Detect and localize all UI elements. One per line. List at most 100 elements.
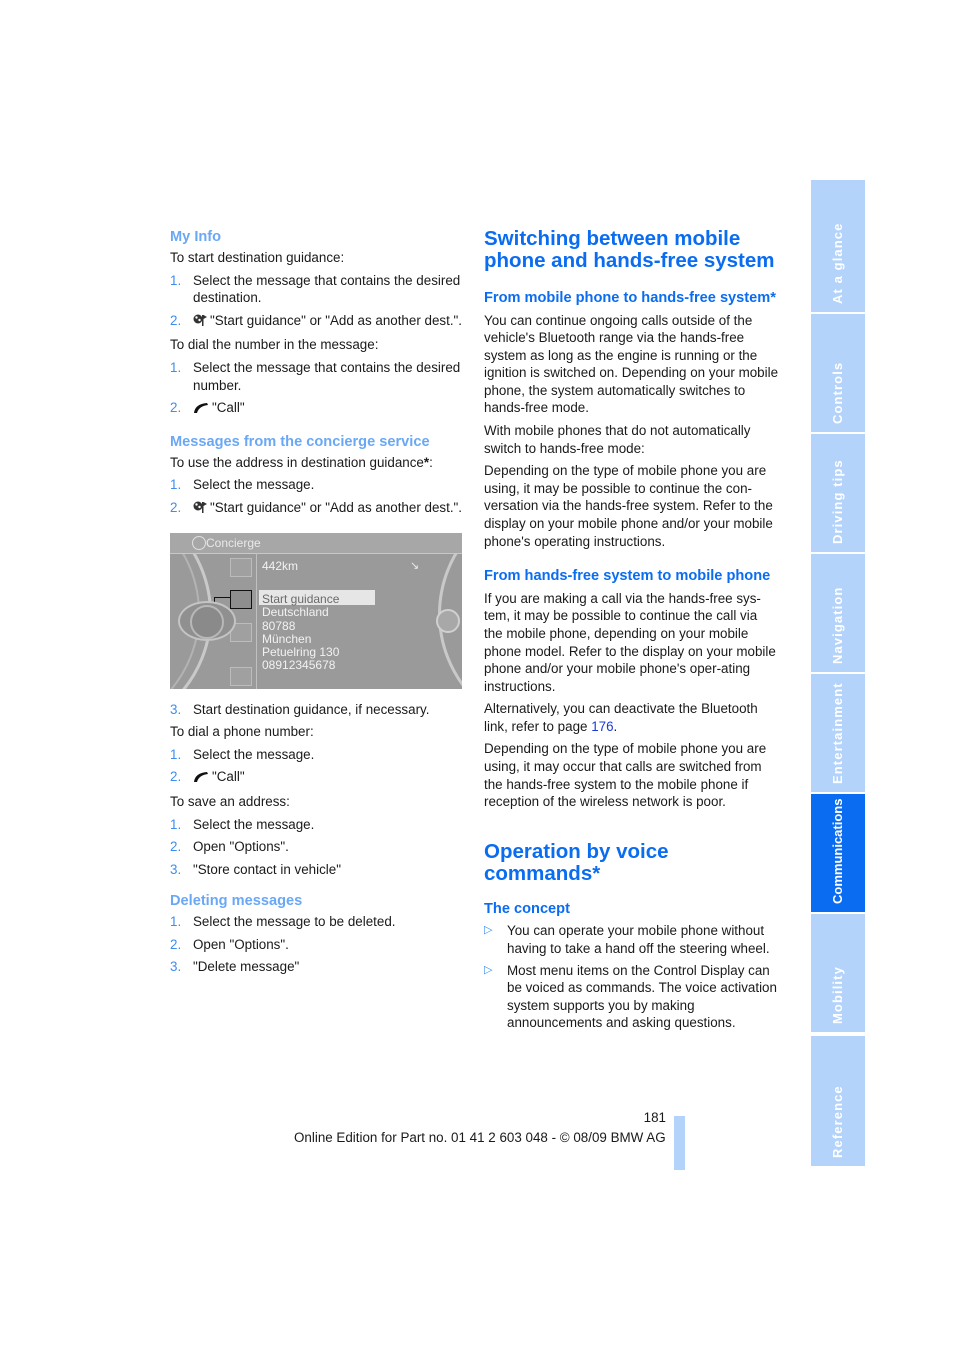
- step-number: 2.: [170, 839, 182, 855]
- navigation-flag-icon: [193, 501, 207, 519]
- scroll-knob: [436, 608, 460, 633]
- tab-mobility[interactable]: Mobility: [811, 914, 865, 1032]
- paragraph: Depending on the type of mobile phone yo…: [484, 463, 773, 549]
- list-item: 1. Select the message that contains the d…: [170, 272, 465, 307]
- list-item: ▷ Most menu items on the Control Display …: [484, 962, 779, 1032]
- list-item: 3. Start destination guidance, if necessa…: [170, 701, 465, 719]
- selected-menu-item: Start guidance: [259, 589, 375, 606]
- step-text: "Start guidance" or "Add as another dest…: [210, 499, 463, 515]
- step-number: 3.: [170, 701, 182, 717]
- list-item: 1. Select the message.: [170, 816, 465, 834]
- steps-my-info-guidance: 1. Select the message that contains the d…: [170, 272, 465, 332]
- step-number: 3.: [170, 959, 182, 975]
- step-text: Start destination guidance, if necessary…: [193, 701, 430, 717]
- list-item: 2. "Start guidance" or "Add as another de…: [170, 312, 465, 332]
- steps-concierge: 1. Select the message. 2. "Start guidance"…: [170, 476, 465, 518]
- paragraph-text: .: [613, 718, 618, 734]
- subheading-mobile-to-handsfree: From mobile phone to hands-free system*: [484, 290, 776, 306]
- tab-label: Reference: [830, 1085, 845, 1158]
- edition-text: Online Edition for Part no. 01 41 2 603 …: [294, 1130, 666, 1145]
- list-item: 1. Select the message to be deleted.: [170, 913, 465, 931]
- heading-my-info: My Info: [170, 229, 222, 245]
- intro-save-address: To save an address:: [170, 793, 290, 809]
- step-text: Select the message that contains the des…: [193, 272, 461, 306]
- step-text: "Store contact in vehicle": [193, 861, 341, 877]
- tab-label: Mobility: [830, 966, 845, 1024]
- tab-at-a-glance[interactable]: At a glance: [811, 180, 865, 312]
- paragraph: You can continue ongoing calls outside o…: [484, 312, 779, 416]
- concierge-screenshot: Concierge 442km ↘ Start guidance Deutsch…: [170, 532, 462, 689]
- list-item: 1. Select the message that contains the d…: [170, 359, 465, 394]
- subheading-handsfree-to-mobile: From hands-free system to mobile phone: [484, 568, 771, 585]
- right-column: Switching between mobile phone and hands…: [484, 228, 779, 1036]
- step-number: 3.: [170, 861, 182, 877]
- phone-handset-icon: [193, 770, 209, 788]
- tab-controls[interactable]: Controls: [811, 314, 865, 432]
- step-text: Select the message that contains the des…: [193, 359, 461, 393]
- address-line: Deutschland: [262, 604, 329, 619]
- triangle-bullet-icon: ▷: [484, 963, 493, 976]
- list-item: 1. Select the message.: [170, 476, 465, 494]
- tab-label: Driving tips: [830, 459, 845, 544]
- tab-label: Controls: [830, 361, 845, 424]
- steps-deleting: 1. Select the message to be deleted. 2. Op…: [170, 913, 465, 976]
- steps-concierge-after: 3. Start destination guidance, if necessa…: [170, 701, 465, 719]
- triangle-bullet-icon: ▷: [484, 924, 493, 937]
- left-column: My Info To start destination guidance: 1…: [170, 228, 465, 981]
- steps-save: 1. Select the message. 2. Open "Options". …: [170, 816, 465, 879]
- step-number: 2.: [170, 769, 182, 785]
- page-link[interactable]: 176: [591, 719, 613, 734]
- tab-label: Communications: [830, 798, 845, 904]
- paragraph-text: Alternatively, you can deactivate the Bl…: [484, 701, 758, 734]
- intro-concierge: To use the address in destination guidan…: [170, 454, 465, 472]
- step-number: 1.: [170, 477, 182, 493]
- page-number: 181: [643, 1110, 666, 1125]
- tab-label: Navigation: [830, 586, 845, 664]
- list-item: 2. Open "Options".: [170, 838, 465, 856]
- address-line: 08912345678: [262, 657, 336, 672]
- list-item: ▷ You can operate your mobile phone witho…: [484, 922, 779, 957]
- tab-label: At a glance: [830, 222, 845, 304]
- concept-list: ▷ You can operate your mobile phone witho…: [484, 922, 779, 1032]
- step-text: Select the message.: [193, 477, 315, 493]
- bullet-text: Most menu items on the Control Display c…: [507, 962, 777, 1031]
- message-icon-button: [230, 557, 252, 577]
- phone-handset-icon: [193, 401, 209, 419]
- bullet-text: You can operate your mobile phone withou…: [507, 923, 770, 956]
- divider: [256, 552, 257, 689]
- step-number: 1.: [170, 914, 182, 930]
- step-number: 1.: [170, 272, 182, 288]
- tab-communications[interactable]: Communications: [811, 794, 865, 912]
- heading-voice-commands: Operation by voice commands*: [484, 839, 669, 885]
- step-number: 1.: [170, 359, 182, 375]
- address-line: München: [262, 631, 312, 646]
- intro-dial-phone: To dial a phone number:: [170, 724, 314, 740]
- step-text: Select the message to be deleted.: [193, 914, 396, 930]
- list-item: 2. "Start guidance" or "Add as another de…: [170, 499, 465, 519]
- list-item: 2. "Call": [170, 768, 465, 788]
- step-text: Open "Options".: [193, 936, 289, 952]
- tab-driving-tips[interactable]: Driving tips: [811, 434, 865, 552]
- steps-dial: 1. Select the message. 2. "Call": [170, 746, 465, 788]
- step-text: "Delete message": [193, 959, 300, 975]
- navigation-flag-icon: [193, 314, 207, 332]
- list-item: 3. "Store contact in vehicle": [170, 861, 465, 879]
- tab-label: Entertainment: [830, 682, 845, 784]
- intro-text: To use the address in destination guidan…: [170, 454, 424, 470]
- tab-navigation[interactable]: Navigation: [811, 554, 865, 672]
- paragraph: With mobile phones that do not automatic…: [484, 423, 751, 456]
- heading-concierge: Messages from the concierge service: [170, 433, 430, 450]
- page-marker-bar: [674, 1116, 685, 1170]
- list-item: 1. Select the message.: [170, 746, 465, 764]
- subheading-the-concept: The concept: [484, 900, 570, 917]
- step-number: 2.: [170, 499, 182, 515]
- intro-dial-number: To dial the number in the message:: [170, 337, 379, 353]
- step-number: 2.: [170, 400, 182, 416]
- step-number: 2.: [170, 936, 182, 952]
- address-line: Petuelring 130: [262, 644, 340, 659]
- step-text: "Call": [212, 400, 245, 416]
- tab-reference[interactable]: Reference: [811, 1036, 865, 1166]
- tab-entertainment[interactable]: Entertainment: [811, 674, 865, 792]
- list-item: 2. Open "Options".: [170, 936, 465, 954]
- controller-knob-center: [190, 604, 224, 639]
